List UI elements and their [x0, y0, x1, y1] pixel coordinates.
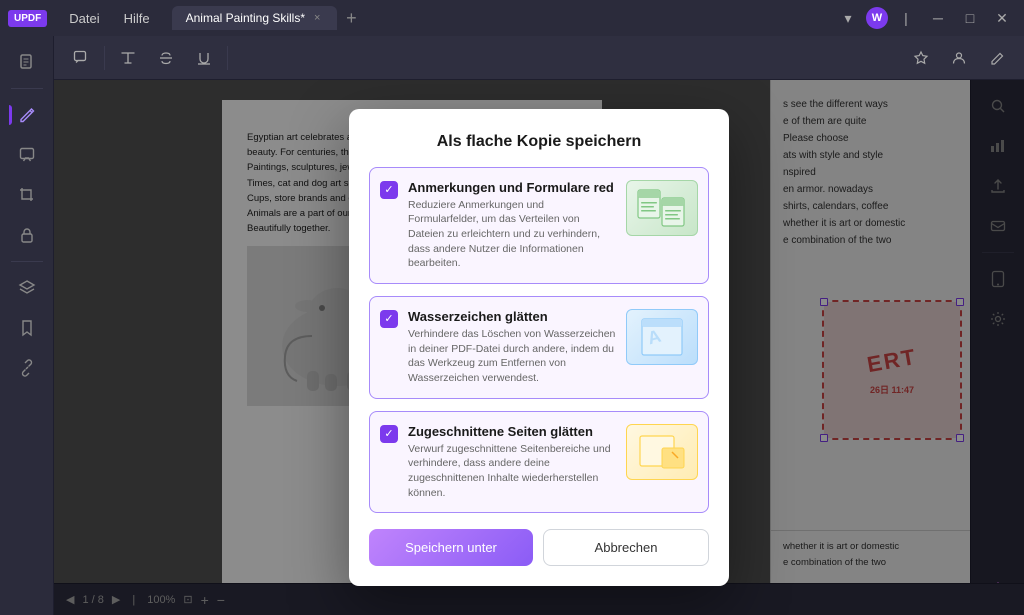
dialog-option-watermark[interactable]: ✓ Wasserzeichen glätten Verhindere das L…: [369, 296, 709, 399]
toolbar-person-icon[interactable]: [944, 43, 974, 73]
option2-text: Wasserzeichen glätten Verhindere das Lös…: [408, 309, 616, 386]
option3-title: Zugeschnittene Seiten glätten: [408, 424, 616, 439]
dialog-option-crop[interactable]: ✓ Zugeschnittene Seiten glätten Verwurf …: [369, 411, 709, 514]
toolbar-sep2: [227, 46, 228, 70]
tab-add-btn[interactable]: +: [339, 6, 363, 30]
maximize-btn[interactable]: □: [956, 4, 984, 32]
sidebar-icon-security[interactable]: [9, 217, 45, 253]
checkbox-crop[interactable]: ✓: [380, 425, 398, 443]
option1-title: Anmerkungen und Formulare red: [408, 180, 616, 195]
toolbar-text-icon[interactable]: [113, 43, 143, 73]
sidebar-icon-layers[interactable]: [9, 270, 45, 306]
titlebar: UPDF Datei Hilfe Animal Painting Skills*…: [0, 0, 1024, 36]
option3-icon: [626, 424, 698, 480]
tab-animal-painting[interactable]: Animal Painting Skills* ×: [172, 6, 338, 30]
option3-desc: Verwurf zugeschnittene Seitenbereiche un…: [408, 442, 616, 501]
sidebar-icon-annotate[interactable]: [9, 137, 45, 173]
toolbar-comment-icon[interactable]: [66, 43, 96, 73]
sidebar-divider2: [11, 261, 43, 262]
toolbar-underline-icon[interactable]: [189, 43, 219, 73]
dialog-title: Als flache Kopie speichern: [369, 133, 709, 151]
save-dialog: Als flache Kopie speichern ✓ Anmerkungen…: [349, 109, 729, 587]
content-area: Egyptian art celebrates animals beauty. …: [54, 80, 1024, 615]
sidebar-divider1: [11, 88, 43, 89]
option2-title: Wasserzeichen glätten: [408, 309, 616, 324]
option1-icon: [626, 180, 698, 236]
separator-icon: |: [892, 4, 920, 32]
save-button[interactable]: Speichern unter: [369, 529, 533, 566]
tab-bar: Animal Painting Skills* × +: [172, 6, 830, 30]
close-btn[interactable]: ✕: [988, 4, 1016, 32]
window-controls: ▾ W | ─ □ ✕: [834, 4, 1016, 32]
user-avatar[interactable]: W: [866, 7, 888, 29]
option1-desc: Reduziere Anmerkungen und Formularfelder…: [408, 198, 616, 271]
option3-text: Zugeschnittene Seiten glätten Verwurf zu…: [408, 424, 616, 501]
minimize-btn[interactable]: ─: [924, 4, 952, 32]
toolbar-sep1: [104, 46, 105, 70]
tab-label: Animal Painting Skills*: [186, 11, 305, 25]
menu-datei[interactable]: Datei: [59, 7, 109, 30]
menu-hilfe[interactable]: Hilfe: [114, 7, 160, 30]
sidebar-icon-bookmark[interactable]: [9, 310, 45, 346]
tab-close-btn[interactable]: ×: [311, 11, 323, 25]
left-sidebar: [0, 36, 54, 615]
toolbar-star-icon[interactable]: [906, 43, 936, 73]
app-logo: UPDF: [8, 10, 47, 27]
sidebar-icon-link[interactable]: [9, 350, 45, 386]
toolbar-strikethrough-icon[interactable]: [151, 43, 181, 73]
dialog-actions: Speichern unter Abbrechen: [369, 529, 709, 566]
main-toolbar: [54, 36, 1024, 80]
sidebar-icon-pages[interactable]: [9, 44, 45, 80]
option1-text: Anmerkungen und Formulare red Reduziere …: [408, 180, 616, 271]
sidebar-icon-edit[interactable]: [9, 97, 45, 133]
toolbar-pen-icon[interactable]: [982, 43, 1012, 73]
dropdown-btn[interactable]: ▾: [834, 4, 862, 32]
checkbox-watermark[interactable]: ✓: [380, 310, 398, 328]
center-area: Egyptian art celebrates animals beauty. …: [54, 36, 1024, 615]
option2-icon: A: [626, 309, 698, 365]
cancel-button[interactable]: Abbrechen: [543, 529, 709, 566]
dialog-option-annotations[interactable]: ✓ Anmerkungen und Formulare red Reduzier…: [369, 167, 709, 284]
checkbox-annotations[interactable]: ✓: [380, 181, 398, 199]
option2-desc: Verhindere das Löschen von Wasserzeichen…: [408, 327, 616, 386]
sidebar-icon-crop[interactable]: [9, 177, 45, 213]
modal-backdrop: Als flache Kopie speichern ✓ Anmerkungen…: [54, 80, 1024, 615]
main-layout: Egyptian art celebrates animals beauty. …: [0, 36, 1024, 615]
